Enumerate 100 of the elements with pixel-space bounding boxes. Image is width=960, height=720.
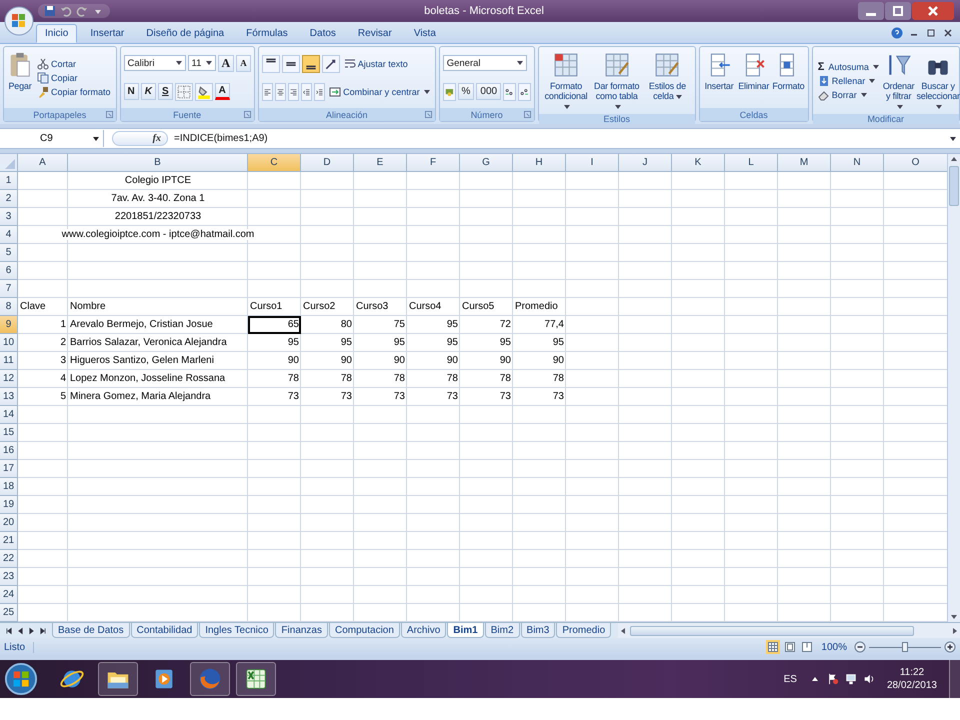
minimize-button[interactable] (858, 2, 884, 20)
active-cell[interactable]: 65 (248, 316, 301, 334)
sheet-nav-icon[interactable] (39, 626, 46, 635)
format-painter-button[interactable]: Copiar formato (35, 84, 113, 99)
percent-button[interactable]: % (458, 83, 474, 100)
row-header[interactable]: 16 (0, 442, 18, 460)
show-desktop-button[interactable] (949, 660, 960, 698)
fill-color-icon[interactable] (194, 82, 213, 101)
ribbon-tab[interactable]: Diseño de página (137, 24, 234, 44)
shrink-font-button[interactable]: A (236, 54, 251, 72)
column-header[interactable]: M (778, 154, 831, 172)
flag-icon[interactable] (826, 673, 839, 685)
currency-icon[interactable] (442, 82, 456, 101)
row-header[interactable]: 10 (0, 334, 18, 352)
cells-button[interactable]: Insertar (702, 50, 736, 106)
number-format-field[interactable]: General (442, 55, 527, 72)
row-header[interactable]: 4 (0, 226, 18, 244)
copy-button[interactable]: Copiar (35, 70, 113, 85)
ribbon-tab[interactable]: Fórmulas (237, 24, 297, 44)
row-header[interactable]: 19 (0, 496, 18, 514)
dialog-launcher-icon[interactable] (106, 111, 113, 118)
orientation-icon[interactable] (322, 54, 340, 73)
ribbon-tab[interactable]: Insertar (81, 24, 134, 44)
ribbon-tab[interactable]: Datos (300, 24, 345, 44)
column-header[interactable]: A (18, 154, 68, 172)
sheet-tab[interactable]: Archivo (400, 622, 446, 638)
autosum-button[interactable]: Σ Autosuma (816, 60, 881, 74)
increase-indent-icon[interactable] (314, 83, 326, 102)
sheet-nav-icon[interactable] (6, 626, 13, 635)
column-header[interactable]: O (884, 154, 947, 172)
cells-button[interactable]: Eliminar (737, 50, 770, 106)
name-box[interactable]: C9 (0, 130, 104, 148)
row-header[interactable]: 15 (0, 424, 18, 442)
view-icon[interactable] (800, 640, 814, 654)
find-select-button[interactable]: Buscar y seleccionar (916, 50, 960, 112)
scrollbar-thumb[interactable] (630, 626, 914, 636)
scrollbar-thumb[interactable] (949, 166, 959, 206)
column-header[interactable]: I (566, 154, 619, 172)
formula-field[interactable]: =INDICE(bimes1;A9) (168, 133, 948, 144)
column-header[interactable]: B (68, 154, 248, 172)
bold-button[interactable]: N (124, 83, 139, 100)
row-header[interactable]: 6 (0, 262, 18, 280)
borders-icon[interactable] (174, 82, 193, 101)
column-header[interactable]: N (831, 154, 884, 172)
grow-font-button[interactable]: A (218, 54, 234, 72)
row-header[interactable]: 3 (0, 208, 18, 226)
zoom-level[interactable]: 100% (821, 642, 847, 653)
row-header[interactable]: 5 (0, 244, 18, 262)
sheet-tab[interactable]: Computacion (329, 622, 400, 638)
sheet-tab[interactable]: Bim3 (520, 622, 556, 638)
dialog-launcher-icon[interactable] (424, 111, 432, 118)
row-header[interactable]: 25 (0, 604, 18, 622)
row-header[interactable]: 22 (0, 550, 18, 568)
sheet-tab[interactable]: Contabilidad (130, 622, 198, 638)
cells-button[interactable]: Formato (772, 50, 805, 106)
help-icon[interactable] (891, 26, 903, 39)
row-header[interactable]: 18 (0, 478, 18, 496)
column-header[interactable]: L (725, 154, 778, 172)
decrease-decimal-icon[interactable] (518, 82, 531, 101)
paste-button[interactable]: Pegar (7, 50, 33, 106)
view-icon[interactable] (766, 640, 780, 654)
ribbon-tab[interactable]: Revisar (348, 24, 401, 44)
font-size-field[interactable]: 11 (188, 55, 216, 72)
row-header[interactable]: 2 (0, 190, 18, 208)
align-center-icon[interactable] (274, 83, 286, 102)
row-header[interactable]: 21 (0, 532, 18, 550)
zoom-slider-thumb[interactable] (902, 642, 908, 652)
close-button[interactable] (912, 2, 954, 20)
wrap-text-button[interactable]: Ajustar texto (342, 56, 410, 71)
row-header[interactable]: 12 (0, 370, 18, 388)
zoom-in-icon[interactable] (944, 641, 956, 654)
insert-function-button[interactable]: fx (112, 131, 168, 146)
row-header[interactable]: 23 (0, 568, 18, 586)
sheet-tab[interactable]: Promedio (556, 622, 612, 638)
row-header[interactable]: 13 (0, 388, 18, 406)
row-header[interactable]: 14 (0, 406, 18, 424)
sheet-tab[interactable]: Ingles Tecnico (199, 622, 274, 638)
underline-button[interactable]: S (158, 83, 173, 100)
align-right-icon[interactable] (288, 83, 299, 102)
language-indicator[interactable]: ES (784, 674, 797, 684)
column-header[interactable]: D (301, 154, 354, 172)
sheet-tab[interactable]: Finanzas (275, 622, 328, 638)
column-header[interactable]: H (513, 154, 566, 172)
restore-button[interactable] (885, 2, 911, 20)
column-header[interactable]: G (460, 154, 513, 172)
column-header[interactable]: F (407, 154, 460, 172)
zoom-out-icon[interactable] (854, 641, 866, 654)
sheet-tab[interactable]: Bim1 (447, 622, 484, 638)
italic-button[interactable]: K (140, 83, 156, 100)
speaker-icon[interactable] (862, 673, 875, 685)
vertical-align-icon[interactable] (282, 54, 300, 73)
vertical-align-icon[interactable] (302, 54, 320, 73)
styles-button[interactable]: Estilos de celda (643, 50, 692, 112)
row-header[interactable]: 1 (0, 172, 18, 190)
styles-button[interactable]: Dar formato como tabla (592, 50, 642, 112)
redo-icon[interactable] (76, 5, 88, 17)
undo-icon[interactable] (60, 5, 72, 17)
dialog-launcher-icon[interactable] (524, 111, 531, 118)
align-left-icon[interactable] (262, 83, 273, 102)
sheet-tab[interactable]: Base de Datos (52, 622, 130, 638)
